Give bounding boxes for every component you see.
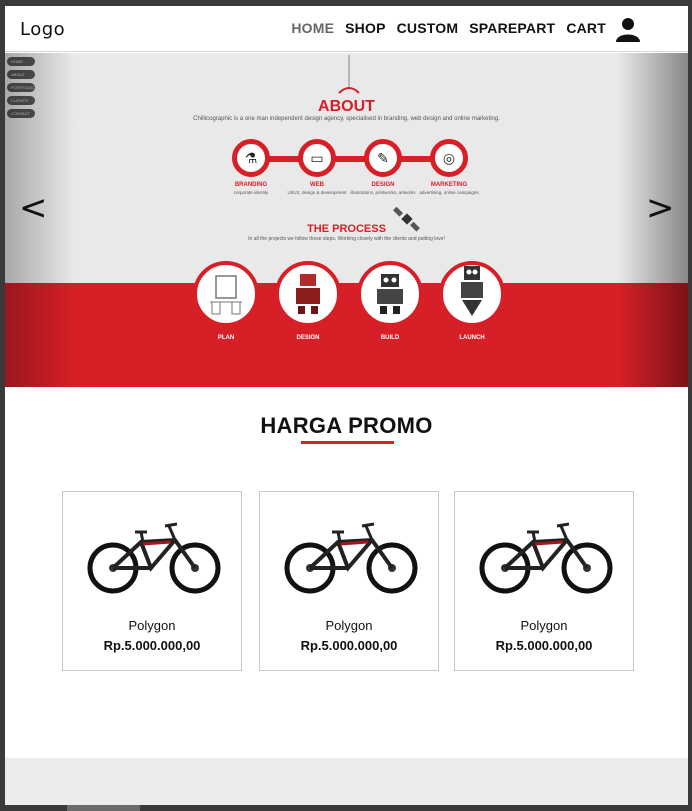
nav-home[interactable]: HOME [291, 20, 334, 36]
satellite-icon [393, 206, 420, 232]
slide-about-desc: Chillicographic is a one man independent… [193, 116, 500, 122]
hero-slider: HOME ABOUT PORTFOLIO CLIENTS CONTACT ABO… [5, 53, 688, 387]
slide-process-desc: In all the projects we follow these step… [248, 236, 445, 242]
product-name: Polygon [325, 618, 373, 633]
product-name: Polygon [520, 618, 568, 633]
page-frame: Logo HOME SHOP CUSTOM SPAREPART CART HOM… [5, 6, 688, 805]
product-price: Rp.5.000.000,00 [103, 638, 201, 653]
promo-title-underline [301, 441, 394, 444]
design-robot-icon [275, 261, 341, 327]
design-brush-icon: ✎ [364, 139, 402, 177]
service-sub: UI/UX, design & development [287, 190, 347, 195]
bike-image-icon [284, 522, 418, 594]
bike-image-icon [87, 522, 221, 594]
service-label: MARKETING [430, 182, 468, 188]
user-icon[interactable] [615, 16, 641, 42]
horizontal-scrollbar-thumb[interactable] [67, 805, 140, 811]
plan-blueprint-icon [193, 261, 259, 327]
promo-section-title: HARGA PROMO [260, 413, 433, 438]
slider-next-arrow[interactable]: > [646, 191, 675, 225]
bike-image-icon [479, 522, 613, 594]
main-nav: HOME SHOP CUSTOM SPAREPART CART [291, 20, 606, 36]
nav-custom[interactable]: CUSTOM [397, 20, 459, 36]
slide-process-title: THE PROCESS [307, 223, 386, 235]
branding-flask-icon: ⚗ [232, 139, 270, 177]
service-label: WEB [310, 182, 324, 188]
web-laptop-icon: ▭ [298, 139, 336, 177]
process-step-label: LAUNCH [459, 335, 485, 341]
hanging-ornament-icon [338, 55, 360, 94]
product-name: Polygon [128, 618, 176, 633]
service-sub: advertising, online campaigns [419, 190, 479, 195]
service-label: DESIGN [371, 182, 395, 188]
site-footer [5, 758, 688, 805]
service-sub: illustrations, printworks, artworks [350, 190, 416, 195]
service-sub: corporate identity [233, 190, 269, 195]
launch-robot-icon [439, 261, 505, 327]
slide-about-title: ABOUT [318, 98, 375, 115]
service-label: BRANDING [234, 182, 268, 188]
marketing-target-icon: ◎ [430, 139, 468, 177]
site-logo[interactable]: Logo [20, 19, 65, 40]
process-step-label: PLAN [217, 335, 235, 341]
product-card[interactable]: Polygon Rp.5.000.000,00 [259, 491, 439, 671]
build-robot-icon [357, 261, 423, 327]
product-card[interactable]: Polygon Rp.5.000.000,00 [62, 491, 242, 671]
site-header: Logo HOME SHOP CUSTOM SPAREPART CART [5, 6, 688, 52]
nav-cart[interactable]: CART [566, 20, 606, 36]
product-card[interactable]: Polygon Rp.5.000.000,00 [454, 491, 634, 671]
slider-prev-arrow[interactable]: < [19, 191, 48, 225]
process-step-label: DESIGN [296, 335, 320, 341]
product-price: Rp.5.000.000,00 [495, 638, 593, 653]
slider-red-band [5, 283, 688, 387]
nav-shop[interactable]: SHOP [345, 20, 385, 36]
process-step-label: BUILD [380, 335, 400, 341]
nav-sparepart[interactable]: SPAREPART [469, 20, 555, 36]
services-connector [249, 156, 451, 162]
product-price: Rp.5.000.000,00 [300, 638, 398, 653]
